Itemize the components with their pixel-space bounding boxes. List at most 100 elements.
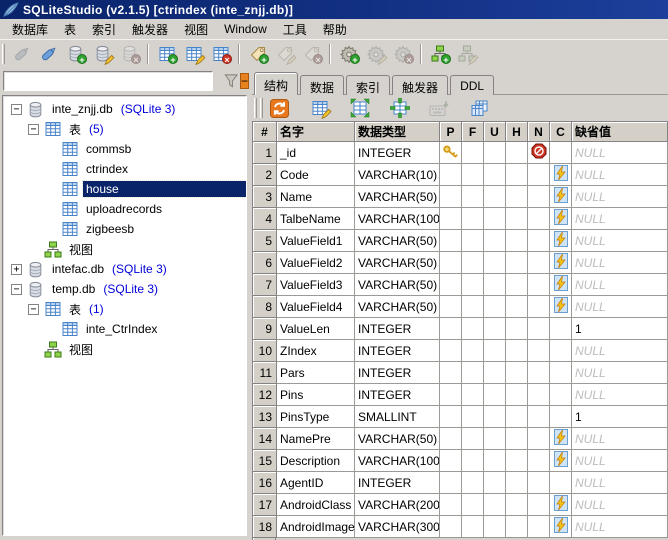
cell-foreign-key[interactable]	[462, 406, 484, 428]
cell-hidden[interactable]	[506, 384, 528, 406]
cell-collate[interactable]	[550, 252, 572, 274]
cell-collate[interactable]	[550, 186, 572, 208]
cell-not-null[interactable]	[528, 428, 550, 450]
cell-hidden[interactable]	[506, 362, 528, 384]
cell-foreign-key[interactable]	[462, 516, 484, 538]
cell-datatype[interactable]: VARCHAR(50)	[355, 186, 440, 208]
cell-row-number[interactable]: 9	[253, 318, 277, 340]
cell-name[interactable]: ValueField1	[277, 230, 355, 252]
menu-index[interactable]: 索引	[84, 19, 124, 40]
column-header-n[interactable]: N	[528, 122, 550, 142]
cell-not-null[interactable]	[528, 384, 550, 406]
column-header-f[interactable]: F	[462, 122, 484, 142]
tree-filter-input[interactable]	[3, 71, 213, 91]
cell-unique[interactable]	[484, 252, 506, 274]
cell-primary-key[interactable]	[440, 230, 462, 252]
cell-hidden[interactable]	[506, 472, 528, 494]
tree-item--[interactable]: 视图	[5, 239, 246, 259]
cell-row-number[interactable]: 2	[253, 164, 277, 186]
new-view-button[interactable]: +	[426, 42, 453, 66]
cell-not-null[interactable]	[528, 230, 550, 252]
cell-unique[interactable]	[484, 208, 506, 230]
cell-unique[interactable]	[484, 428, 506, 450]
cell-foreign-key[interactable]	[462, 384, 484, 406]
cell-foreign-key[interactable]	[462, 318, 484, 340]
cell-not-null[interactable]	[528, 406, 550, 428]
cell-datatype[interactable]: INTEGER	[355, 318, 440, 340]
cell-datatype[interactable]: INTEGER	[355, 384, 440, 406]
cell-name[interactable]: AndroidImage	[277, 516, 355, 538]
menu-trigger[interactable]: 触发器	[124, 19, 176, 40]
cell-not-null[interactable]	[528, 362, 550, 384]
cell-hidden[interactable]	[506, 406, 528, 428]
cell-default-value[interactable]: 1	[572, 318, 668, 340]
cell-datatype[interactable]: VARCHAR(50)	[355, 230, 440, 252]
cell-datatype[interactable]: SMALLINT	[355, 406, 440, 428]
cell-foreign-key[interactable]	[462, 428, 484, 450]
cell-default-value[interactable]: NULL	[572, 296, 668, 318]
cell-collate[interactable]	[550, 428, 572, 450]
cell-unique[interactable]	[484, 472, 506, 494]
structure-toolbar-grip[interactable]	[254, 98, 257, 118]
cell-default-value[interactable]: NULL	[572, 516, 668, 538]
tree-item--[interactable]: −表(1)	[5, 299, 246, 319]
cell-default-value[interactable]: NULL	[572, 362, 668, 384]
cell-row-number[interactable]: 4	[253, 208, 277, 230]
cell-datatype[interactable]: VARCHAR(10)	[355, 164, 440, 186]
tree-item-uploadrecords[interactable]: uploadrecords	[5, 199, 246, 219]
cell-hidden[interactable]	[506, 186, 528, 208]
column-header-p[interactable]: P	[440, 122, 462, 142]
cell-default-value[interactable]: 1	[572, 406, 668, 428]
cell-datatype[interactable]: VARCHAR(100)	[355, 208, 440, 230]
cell-name[interactable]: ValueLen	[277, 318, 355, 340]
cell-datatype[interactable]: VARCHAR(50)	[355, 274, 440, 296]
cell-default-value[interactable]: NULL	[572, 274, 668, 296]
cell-default-value[interactable]: NULL	[572, 450, 668, 472]
cell-hidden[interactable]	[506, 516, 528, 538]
cell-row-number[interactable]: 11	[253, 362, 277, 384]
new-index-button[interactable]: +	[244, 42, 271, 66]
cell-primary-key[interactable]	[440, 296, 462, 318]
cell-primary-key[interactable]	[440, 450, 462, 472]
collapse-icon[interactable]: −	[28, 124, 39, 135]
menu-view[interactable]: 视图	[176, 19, 216, 40]
cell-unique[interactable]	[484, 230, 506, 252]
cell-default-value[interactable]: NULL	[572, 164, 668, 186]
cell-collate[interactable]	[550, 472, 572, 494]
menu-help[interactable]: 帮助	[315, 19, 355, 40]
menu-table[interactable]: 表	[56, 19, 84, 40]
cell-collate[interactable]	[550, 142, 572, 164]
cell-unique[interactable]	[484, 516, 506, 538]
cell-name[interactable]: AgentID	[277, 472, 355, 494]
cell-not-null[interactable]	[528, 252, 550, 274]
new-table-button[interactable]: +	[153, 42, 180, 66]
cell-not-null[interactable]	[528, 208, 550, 230]
cell-primary-key[interactable]	[440, 274, 462, 296]
cell-primary-key[interactable]	[440, 208, 462, 230]
cell-row-number[interactable]: 3	[253, 186, 277, 208]
new-trigger-button[interactable]: +	[335, 42, 362, 66]
cell-hidden[interactable]	[506, 274, 528, 296]
cell-default-value[interactable]: NULL	[572, 252, 668, 274]
collapse-icon[interactable]: −	[28, 304, 39, 315]
add-column-button[interactable]	[346, 96, 373, 120]
tree-item--[interactable]: −表(5)	[5, 119, 246, 139]
cell-foreign-key[interactable]	[462, 230, 484, 252]
cell-hidden[interactable]	[506, 318, 528, 340]
cell-name[interactable]: Name	[277, 186, 355, 208]
cell-datatype[interactable]: INTEGER	[355, 142, 440, 164]
tree-item-house[interactable]: house	[5, 179, 246, 199]
cell-collate[interactable]	[550, 384, 572, 406]
cell-name[interactable]: ValueField3	[277, 274, 355, 296]
cell-name[interactable]: Pins	[277, 384, 355, 406]
cell-hidden[interactable]	[506, 230, 528, 252]
cell-primary-key[interactable]	[440, 494, 462, 516]
column-header-num[interactable]: #	[253, 122, 277, 142]
tree-item-ctrindex[interactable]: ctrindex	[5, 159, 246, 179]
cell-unique[interactable]	[484, 384, 506, 406]
cell-name[interactable]: ValueField4	[277, 296, 355, 318]
cell-hidden[interactable]	[506, 208, 528, 230]
cell-foreign-key[interactable]	[462, 274, 484, 296]
cell-not-null[interactable]	[528, 142, 550, 164]
tree-item-commsb[interactable]: commsb	[5, 139, 246, 159]
